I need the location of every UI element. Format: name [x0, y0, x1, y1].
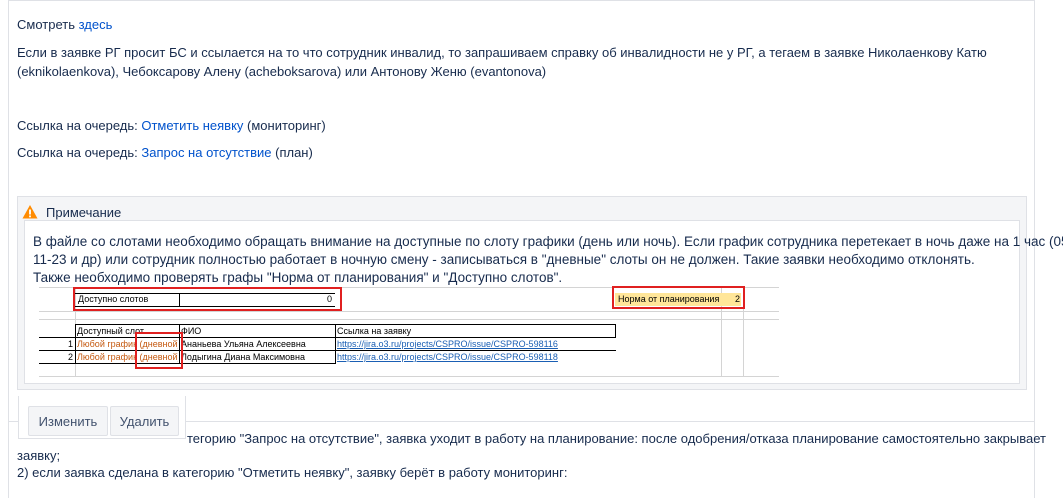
paragraph-line-1: Если в заявке РГ просит БС и ссылается н… [17, 45, 987, 60]
content-frame-left-border [8, 0, 9, 498]
top-divider [8, 0, 1034, 1]
row-number: 2 [68, 352, 74, 362]
lower-line-2: заявку; [17, 448, 61, 463]
queue-link-line-plan: Ссылка на очередь: Запрос на отсутствие … [17, 144, 313, 162]
queue-prefix: Ссылка на очередь: [17, 118, 142, 133]
header-link: Ссылка на заявку [337, 326, 412, 336]
queue-suffix: (план) [271, 145, 313, 160]
header-slot: Доступный слот [77, 326, 145, 336]
lower-line-1: тегорию "Запрос на отсутствие", заявка у… [187, 431, 1046, 446]
row-fio: Лодыгина Диана Максимовна [181, 352, 305, 362]
note-line-3: Также необходимо проверять графы "Норма … [33, 270, 563, 285]
note-panel: Примечание В файле со слотами необходимо… [17, 196, 1063, 390]
edit-button[interactable]: Изменить [28, 406, 108, 436]
note-line-1: В файле со слотами необходимо обращать в… [33, 234, 1063, 249]
row-link: https://jira.o3.ru/projects/CSPRO/issue/… [337, 339, 558, 349]
mark-absence-link[interactable]: Отметить неявку [141, 118, 243, 133]
absence-request-link[interactable]: Запрос на отсутствие [141, 145, 271, 160]
note-body: В файле со слотами необходимо обращать в… [24, 220, 1063, 384]
view-prefix: Смотреть [17, 17, 79, 32]
paragraph-line-2: (eknikolaenkova), Чебоксарову Алену (ach… [17, 64, 547, 79]
note-line-2: 11-23 и др) или сотрудник полностью рабо… [33, 252, 975, 267]
view-here-link[interactable]: здесь [79, 17, 113, 32]
queue-link-line-monitoring: Ссылка на очередь: Отметить неявку (мони… [17, 117, 326, 135]
lower-line-3: 2) если заявка сделана в категорию "Отме… [17, 465, 568, 480]
row-link: https://jira.o3.ru/projects/CSPRO/issue/… [337, 352, 558, 362]
queue-suffix: (мониторинг) [243, 118, 326, 133]
norm-highlight [612, 286, 745, 309]
spreadsheet-screenshot: Доступно слотов 0 Норма от планирования … [39, 286, 779, 377]
delete-button[interactable]: Удалить [110, 406, 179, 436]
note-header: Примечание [22, 203, 121, 221]
queue-prefix: Ссылка на очередь: [17, 145, 142, 160]
header-fio: ФИО [181, 326, 202, 336]
view-here-line: Смотреть здесь [17, 16, 112, 34]
comment-actions-panel: Изменить Удалить [18, 396, 186, 439]
warning-icon [22, 205, 38, 219]
daytime-slot-highlight [135, 332, 183, 369]
available-slots-highlight [73, 287, 342, 311]
note-title: Примечание [46, 204, 122, 220]
row-fio: Ананьева Ульяна Алексеевна [181, 339, 306, 349]
row-number: 1 [68, 339, 74, 349]
